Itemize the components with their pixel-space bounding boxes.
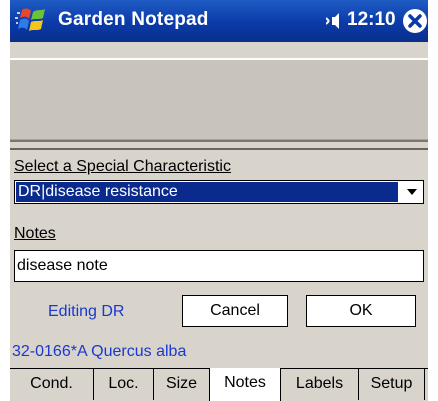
panel-divider [10, 148, 428, 150]
app-title: Garden Notepad [58, 9, 209, 30]
windows-flag-icon[interactable] [14, 4, 50, 38]
record-id-label: 32-0166*A Quercus alba [12, 343, 187, 360]
tab-cond[interactable]: Cond. [10, 369, 94, 400]
tab-bar: Cond. Loc. Size Notes Labels Setup [10, 368, 428, 401]
close-icon[interactable] [402, 8, 428, 34]
ok-button[interactable]: OK [306, 295, 416, 327]
characteristic-select-value: DR|disease resistance [16, 182, 398, 202]
info-panel [10, 58, 428, 142]
clock-time[interactable]: 12:10 [347, 9, 396, 31]
characteristic-label: Select a Special Characteristic [14, 158, 231, 175]
title-bar: Garden Notepad 12:10 [10, 0, 428, 42]
tab-size[interactable]: Size [154, 369, 210, 400]
tab-notes[interactable]: Notes [209, 368, 281, 401]
tab-loc[interactable]: Loc. [94, 369, 154, 400]
notes-input[interactable]: disease note [14, 250, 424, 282]
cancel-button[interactable]: Cancel [182, 295, 288, 327]
notes-label: Notes [14, 225, 56, 242]
pocketpc-screen: Garden Notepad 12:10 Select a Special Ch… [10, 0, 428, 401]
characteristic-select[interactable]: DR|disease resistance [14, 180, 424, 204]
editing-status: Editing DR [48, 303, 125, 320]
tab-labels[interactable]: Labels [281, 369, 359, 400]
tab-setup[interactable]: Setup [359, 369, 425, 400]
chevron-down-icon[interactable] [403, 185, 421, 199]
